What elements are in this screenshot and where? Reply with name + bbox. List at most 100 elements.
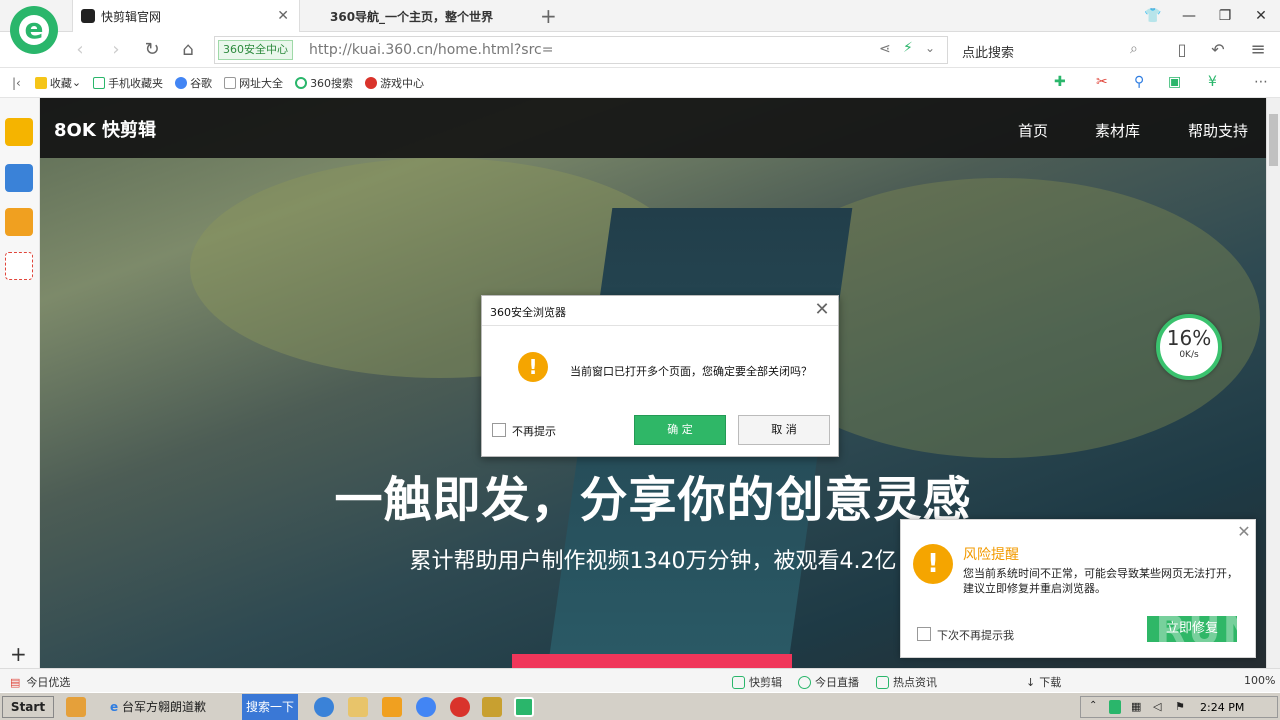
folder-icon[interactable] <box>348 697 368 717</box>
mobile-icon[interactable]: ▯ <box>1170 38 1194 62</box>
maximize-button[interactable]: ❐ <box>1210 4 1240 28</box>
search-input[interactable]: 点此搜索 <box>962 42 1014 61</box>
new-tab-button[interactable]: + <box>540 0 560 32</box>
back-icon[interactable]: ‹ <box>68 38 92 62</box>
nav-home[interactable]: 首页 <box>1018 120 1048 141</box>
quicklaunch-icon[interactable] <box>66 697 86 717</box>
address-bar[interactable]: 360安全中心 http://kuai.360.cn/home.html?src… <box>214 36 948 64</box>
dialog-titlebar: 360安全浏览器 ✕ <box>482 296 838 326</box>
360-browser-logo-icon[interactable]: e <box>10 6 58 54</box>
bookmark-games[interactable]: 游戏中心 <box>365 75 424 91</box>
ok-button[interactable]: 确 定 <box>634 415 726 445</box>
network-icon[interactable]: ▦ <box>1131 700 1141 713</box>
security-shield-icon[interactable] <box>1109 700 1121 714</box>
bookmarks-bar: |‹ 收藏 ⌄ 手机收藏夹 谷歌 网址大全 360搜索 游戏中心 ✚ ✂ ⚲ ▣… <box>0 68 1280 98</box>
home-icon[interactable]: ⌂ <box>176 38 200 62</box>
gamepad-icon[interactable]: ▣ <box>1168 74 1181 90</box>
nav-library[interactable]: 素材库 <box>1095 120 1140 141</box>
tray-expand-icon[interactable]: ⌃ <box>1089 700 1097 711</box>
tab-title: 快剪辑官网 <box>101 9 162 24</box>
popup-body: 您当前系统时间不正常，可能会导致某些网页无法打开，建议立即修复并重启浏览器。 <box>963 567 1238 595</box>
dont-remind-label[interactable]: 下次不再提示我 <box>937 627 1014 643</box>
ie-quicklaunch-icon[interactable] <box>314 697 334 717</box>
bookmark-sites[interactable]: 网址大全 <box>224 75 283 91</box>
dont-ask-label[interactable]: 不再提示 <box>512 423 556 439</box>
email-icon[interactable] <box>5 252 33 280</box>
popup-close-icon[interactable]: ✕ <box>1235 522 1253 542</box>
site-header: 8OK 快剪辑 首页 素材库 帮助支持 <box>40 98 1266 158</box>
status-live[interactable]: 今日直播 <box>798 674 859 690</box>
google-icon <box>175 76 188 89</box>
status-news[interactable]: 热点资讯 <box>876 674 937 690</box>
bookmark-favorites[interactable]: 收藏 ⌄ <box>34 75 81 91</box>
weibo-icon[interactable] <box>5 208 33 236</box>
status-kuaijianji[interactable]: 快剪辑 <box>732 674 782 690</box>
360-search-icon <box>295 76 308 89</box>
clock[interactable]: 2:24 PM <box>1200 701 1244 714</box>
screenshot-icon[interactable]: ✂ <box>1096 74 1108 90</box>
taskbar-ie-app[interactable]: e 台军方翱朗道歉 <box>104 696 240 718</box>
system-tray: ⌃ ▦ ◁ ⚑ <box>1080 696 1278 718</box>
share-icon[interactable]: ⋖ <box>879 41 891 57</box>
menu-icon[interactable]: ≡ <box>1246 38 1270 62</box>
more-icon[interactable]: ⋯ <box>1254 74 1268 90</box>
ie-icon: e <box>110 700 119 714</box>
vertical-scrollbar[interactable] <box>1266 98 1280 668</box>
play-icon <box>732 675 745 689</box>
dont-ask-checkbox[interactable] <box>492 423 506 437</box>
start-button[interactable]: Start <box>2 696 54 718</box>
star-icon <box>34 76 47 89</box>
zoom-level[interactable]: 100% <box>1244 674 1275 687</box>
flag-icon[interactable]: ⚑ <box>1175 700 1185 713</box>
search-tool-icon[interactable]: ⚲ <box>1134 74 1144 90</box>
tab-kuaijianji[interactable]: 快剪辑官网 ✕ <box>72 0 300 32</box>
media-player-icon[interactable] <box>382 697 402 717</box>
security-badge[interactable]: 360安全中心 <box>218 40 293 60</box>
url-text[interactable]: http://kuai.360.cn/home.html?src= <box>309 42 553 58</box>
payment-icon[interactable]: ¥ <box>1208 74 1217 90</box>
bookmark-360-search[interactable]: 360搜索 <box>295 75 353 91</box>
tab-360-nav[interactable]: 360导航_一个主页，整个世界 <box>300 0 528 32</box>
bookmark-mobile[interactable]: 手机收藏夹 <box>93 75 163 91</box>
tab-bar: 快剪辑官网 ✕ 360导航_一个主页，整个世界 + 👕 — ❐ ✕ <box>0 0 1280 32</box>
scroll-thumb[interactable] <box>1269 114 1278 166</box>
news-icon <box>876 675 889 689</box>
search-icon[interactable]: ⌕ <box>1130 41 1138 57</box>
dialog-close-icon[interactable]: ✕ <box>812 300 832 320</box>
download-button[interactable] <box>512 654 792 668</box>
status-bar: ▤ 今日优选 快剪辑 今日直播 热点资讯 ↓ 下载 100% <box>0 668 1280 692</box>
bookmark-google[interactable]: 谷歌 <box>175 75 212 91</box>
search-box[interactable]: 点此搜索 ⌕ <box>954 36 1154 64</box>
close-window-button[interactable]: ✕ <box>1246 4 1276 28</box>
skin-icon[interactable]: 👕 <box>1138 4 1168 28</box>
minimize-button[interactable]: — <box>1174 4 1204 28</box>
network-speed-widget[interactable]: 16% 0K/s <box>1156 314 1222 380</box>
taskbar: Start e 台军方翱朗道歉 搜索一下 ⌃ ▦ ◁ ⚑ 2:24 PM <box>0 692 1280 720</box>
360-browser-taskbar-icon[interactable] <box>514 697 534 717</box>
status-download[interactable]: ↓ 下载 <box>1026 674 1061 690</box>
reading-list-icon[interactable] <box>5 164 33 192</box>
dont-remind-checkbox[interactable] <box>917 627 931 641</box>
nav-help[interactable]: 帮助支持 <box>1188 120 1248 141</box>
cancel-button[interactable]: 取 消 <box>738 415 830 445</box>
taskbar-search-button[interactable]: 搜索一下 <box>242 694 298 720</box>
chrome-icon[interactable] <box>416 697 436 717</box>
undo-icon[interactable]: ↶ <box>1206 38 1230 62</box>
collapse-sidebar-icon[interactable]: |‹ <box>12 76 21 90</box>
navigation-bar: ‹ › ↻ ⌂ 360安全中心 http://kuai.360.cn/home.… <box>0 32 1280 68</box>
tab-close-icon[interactable]: ✕ <box>277 8 289 24</box>
warning-icon: ! <box>518 352 548 382</box>
opera-icon[interactable] <box>450 697 470 717</box>
add-sidebar-icon[interactable]: + <box>10 642 27 666</box>
speed-mode-icon[interactable]: ⚡ <box>903 40 913 56</box>
volume-icon[interactable]: ◁ <box>1153 700 1161 713</box>
refresh-icon[interactable]: ↻ <box>140 38 164 62</box>
today-picks[interactable]: ▤ 今日优选 <box>10 674 70 690</box>
translate-icon[interactable]: ✚ <box>1054 74 1066 90</box>
site-logo[interactable]: 8OK 快剪辑 <box>54 116 156 142</box>
forward-icon[interactable]: › <box>104 38 128 62</box>
archive-icon[interactable] <box>482 697 502 717</box>
chevron-down-icon[interactable]: ⌄ <box>925 41 935 55</box>
speed-rate: 0K/s <box>1179 350 1199 360</box>
favorites-icon[interactable] <box>5 118 33 146</box>
